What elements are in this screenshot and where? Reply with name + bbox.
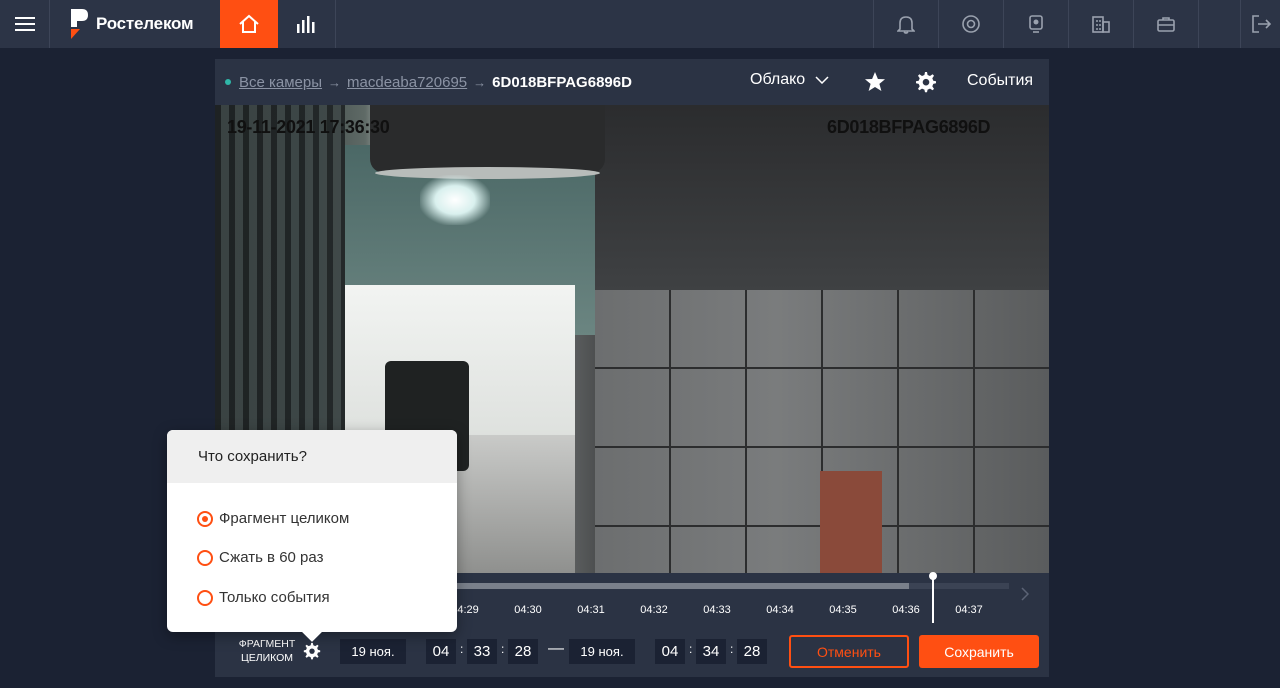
radio-button[interactable] xyxy=(197,549,213,566)
timeline-tick-label: 04:32 xyxy=(640,604,668,616)
end-date-field[interactable]: 19 ноя. xyxy=(569,639,635,664)
lifebuoy-icon xyxy=(962,15,980,33)
cancel-button[interactable]: Отменить xyxy=(789,635,909,668)
timeline-tick-label: 04:31 xyxy=(577,604,605,616)
timeline-played xyxy=(455,583,910,589)
top-bar-spacer xyxy=(336,0,873,48)
top-bar-gap xyxy=(1198,0,1240,48)
events-link[interactable]: События xyxy=(967,72,1033,90)
option-label: Только события xyxy=(219,589,330,606)
notifications-button[interactable] xyxy=(873,0,938,48)
services-button[interactable] xyxy=(1133,0,1198,48)
timeline-tick-label: 04:33 xyxy=(703,604,731,616)
hamburger-icon xyxy=(14,17,35,31)
breadcrumb-all-cameras[interactable]: Все камеры xyxy=(239,74,322,91)
save-button[interactable]: Сохранить xyxy=(919,635,1039,668)
favorite-button[interactable] xyxy=(863,70,887,94)
option-events-only[interactable]: Только события xyxy=(197,589,330,606)
time-separator: : xyxy=(689,642,693,656)
video-camera-id-overlay: 6D018BFPAG6896D xyxy=(827,117,991,137)
timeline-tick-label: 04:34 xyxy=(766,604,794,616)
option-full-fragment[interactable]: Фрагмент целиком xyxy=(197,510,349,527)
end-hours-field[interactable]: 04 xyxy=(655,639,685,664)
home-nav-button[interactable] xyxy=(220,0,278,48)
briefcase-icon xyxy=(1157,17,1175,32)
breadcrumb-arrow-icon: → xyxy=(473,74,487,90)
start-seconds-field[interactable]: 28 xyxy=(508,639,538,664)
popup-title: Что сохранить? xyxy=(167,430,457,483)
time-separator: : xyxy=(501,642,505,656)
fragment-settings-gear-icon[interactable] xyxy=(303,642,321,660)
camera-settings-button[interactable] xyxy=(914,70,938,94)
chevron-right-icon[interactable] xyxy=(1021,587,1029,601)
start-hours-field[interactable]: 04 xyxy=(426,639,456,664)
video-scene-box xyxy=(820,471,882,573)
buildings-button[interactable] xyxy=(1068,0,1133,48)
timeline-cursor[interactable] xyxy=(929,572,937,623)
timeline-tick-label: 04:37 xyxy=(955,604,983,616)
logout-button[interactable] xyxy=(1240,0,1280,48)
chevron-down-icon xyxy=(815,76,829,84)
start-minutes-field[interactable]: 33 xyxy=(467,639,497,664)
camera-device-icon xyxy=(1029,15,1043,33)
storage-dropdown[interactable]: Облако xyxy=(750,71,829,89)
home-icon xyxy=(239,14,259,33)
fragment-mode-label: ФРАГМЕНТ ЦЕЛИКОМ xyxy=(238,638,296,664)
top-bar: Ростелеком xyxy=(0,0,1280,48)
time-separator: : xyxy=(730,642,734,656)
save-controls: ФРАГМЕНТ ЦЕЛИКОМ 19 ноя. 04 : 33 : 28 — … xyxy=(215,631,1049,677)
timeline-tick-label: 04:36 xyxy=(892,604,920,616)
timeline-tick-label: 04:35 xyxy=(829,604,857,616)
building-icon xyxy=(1092,16,1110,33)
bell-icon xyxy=(897,16,915,34)
option-compress[interactable]: Сжать в 60 раз xyxy=(197,549,323,566)
end-seconds-field[interactable]: 28 xyxy=(737,639,767,664)
timeline-tick-label: 04:30 xyxy=(514,604,542,616)
cameras-button[interactable] xyxy=(1003,0,1068,48)
video-timestamp-overlay: 19-11-2021 17:36:30 xyxy=(227,117,390,137)
range-dash: — xyxy=(548,640,564,657)
end-minutes-field[interactable]: 34 xyxy=(696,639,726,664)
stats-nav-button[interactable] xyxy=(278,0,336,48)
brand-name: Ростелеком xyxy=(96,14,194,33)
online-status-dot xyxy=(225,79,231,85)
save-options-popup: Что сохранить? Фрагмент целиком Сжать в … xyxy=(167,430,457,632)
video-scene-lamp xyxy=(370,105,605,173)
support-button[interactable] xyxy=(938,0,1003,48)
bar-chart-icon xyxy=(296,16,314,33)
start-date-field[interactable]: 19 ноя. xyxy=(340,639,406,664)
rostelecom-logo-icon xyxy=(71,9,88,39)
storage-selected: Облако xyxy=(750,71,806,88)
time-separator: : xyxy=(460,642,464,656)
radio-button[interactable] xyxy=(197,589,213,606)
brand-logo[interactable]: Ростелеком xyxy=(50,0,220,48)
video-scene-glow xyxy=(420,175,490,225)
breadcrumb-arrow-icon: → xyxy=(328,74,342,90)
radio-button[interactable] xyxy=(197,510,213,527)
option-label: Фрагмент целиком xyxy=(219,510,350,527)
breadcrumb-device[interactable]: macdeaba720695 xyxy=(347,74,467,91)
option-label: Сжать в 60 раз xyxy=(219,549,324,566)
logout-icon xyxy=(1251,15,1271,33)
player-header: Все камеры → macdeaba720695 → 6D018BFPAG… xyxy=(215,59,1049,105)
breadcrumb-camera: 6D018BFPAG6896D xyxy=(492,73,632,91)
star-icon xyxy=(865,72,885,91)
timeline-track[interactable] xyxy=(455,583,1009,589)
gear-icon xyxy=(916,72,936,93)
hamburger-menu-button[interactable] xyxy=(0,0,50,48)
